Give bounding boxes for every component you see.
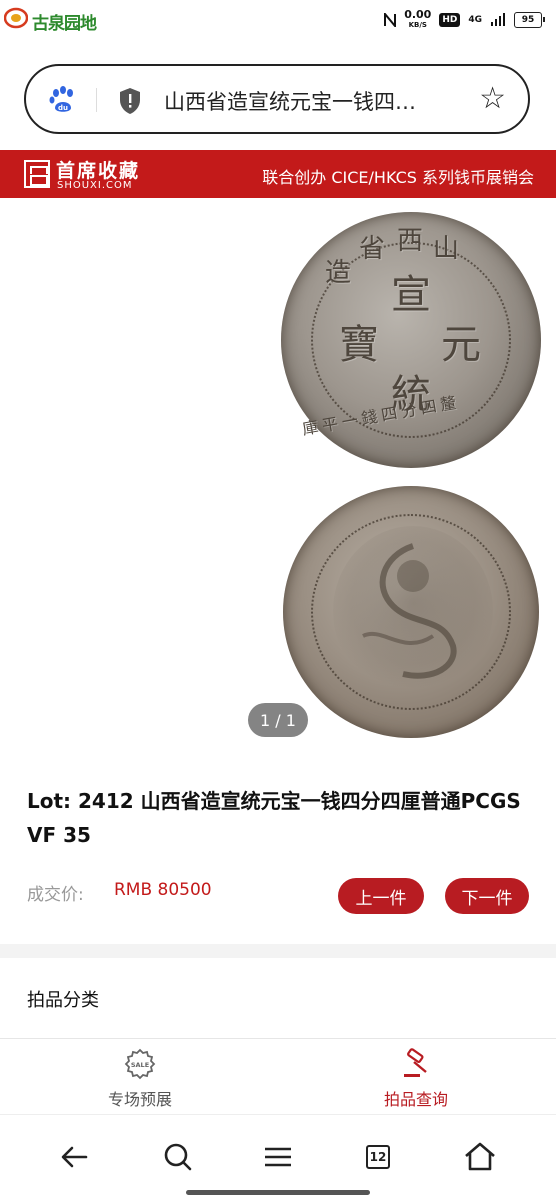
- tabs-button[interactable]: 12: [360, 1137, 400, 1177]
- section-divider: [0, 944, 556, 958]
- tab-count: 12: [366, 1145, 390, 1169]
- image-gallery[interactable]: 山 西 省 造 宣 元 統 寶 庫平一錢四分四釐 1 / 1: [0, 198, 556, 748]
- tab-bar-divider: [0, 1038, 556, 1039]
- category-heading: 拍品分类: [27, 990, 99, 1011]
- coin-char-top-1: 山: [433, 234, 460, 264]
- gavel-icon: [404, 1048, 427, 1077]
- svg-text:SALE: SALE: [131, 1061, 149, 1069]
- network-type: 4G: [468, 15, 482, 25]
- battery-icon: 95: [514, 12, 545, 28]
- coin-char-center-top: 宣: [391, 272, 431, 318]
- home-icon[interactable]: [460, 1137, 500, 1177]
- baidu-paw-icon[interactable]: du: [48, 84, 78, 114]
- price-value: RMB 80500: [114, 880, 212, 900]
- coin-obverse-image[interactable]: 山 西 省 造 宣 元 統 寶 庫平一錢四分四釐: [281, 212, 541, 468]
- search-icon[interactable]: [158, 1137, 198, 1177]
- gesture-home-bar[interactable]: [186, 1190, 370, 1195]
- tab-special-preview[interactable]: SALE 专场预展: [40, 1040, 240, 1114]
- coin-char-top-4: 造: [325, 258, 352, 288]
- tab-lot-search[interactable]: 拍品查询: [316, 1040, 516, 1114]
- speed-unit: KB/S: [408, 21, 427, 29]
- coin-reverse-image[interactable]: [283, 486, 539, 738]
- app-tab-bar: SALE 专场预展 拍品查询: [0, 1040, 556, 1114]
- site-header-banner: 首席收藏 SHOUXI.COM 联合创办 CICE/HKCS 系列钱币展销会: [0, 150, 556, 198]
- network-speed: 0.00 KB/S: [404, 8, 432, 30]
- signal-icon: [491, 13, 505, 26]
- back-arrow-icon[interactable]: [56, 1137, 96, 1177]
- sale-tag-icon: SALE: [124, 1048, 156, 1080]
- lot-title: Lot: 2412 山西省造宣统元宝一钱四分四厘普通PCGS VF 35: [27, 789, 521, 847]
- dragon-pattern-icon: [362, 543, 457, 679]
- svg-text:du: du: [58, 104, 68, 112]
- watermark-text: 古泉园地: [32, 14, 97, 34]
- tab-special-preview-label: 专场预展: [107, 1090, 172, 1109]
- coin-char-top-3: 省: [359, 234, 386, 264]
- coin-char-center-right: 元: [441, 322, 481, 368]
- price-label: 成交价:: [27, 885, 84, 905]
- status-icons: 0.00 KB/S HD 4G 95: [384, 8, 545, 30]
- bookmark-star-icon[interactable]: ☆: [479, 84, 506, 114]
- brand-domain: SHOUXI.COM: [57, 180, 133, 191]
- coin-char-top-2: 西: [397, 226, 424, 256]
- speed-value: 0.00: [404, 8, 432, 21]
- address-divider: [96, 88, 97, 112]
- brand-name[interactable]: 首席收藏: [56, 156, 140, 183]
- gallery-pager: 1 / 1: [248, 703, 308, 737]
- address-bar[interactable]: du 山西省造宣统元宝一钱四… ☆: [24, 64, 530, 134]
- status-bar: 古泉园地 0.00 KB/S HD 4G 95: [0, 0, 556, 40]
- next-lot-button[interactable]: 下一件: [445, 878, 529, 914]
- nfc-icon: [384, 13, 397, 27]
- banner-tagline: 联合创办 CICE/HKCS 系列钱币展销会: [262, 168, 534, 187]
- url-text[interactable]: 山西省造宣统元宝一钱四…: [164, 86, 464, 116]
- brand-logo-icon[interactable]: [24, 160, 50, 188]
- tab-lot-search-label: 拍品查询: [383, 1090, 448, 1109]
- menu-icon[interactable]: [258, 1137, 298, 1177]
- browser-nav-bar: 12: [0, 1114, 556, 1201]
- coin-char-center-left: 寶: [339, 322, 379, 368]
- previous-lot-button[interactable]: 上一件: [338, 878, 424, 914]
- security-shield-icon[interactable]: [118, 87, 142, 115]
- hd-badge: HD: [439, 13, 461, 27]
- watermark-logo-icon: [4, 7, 28, 29]
